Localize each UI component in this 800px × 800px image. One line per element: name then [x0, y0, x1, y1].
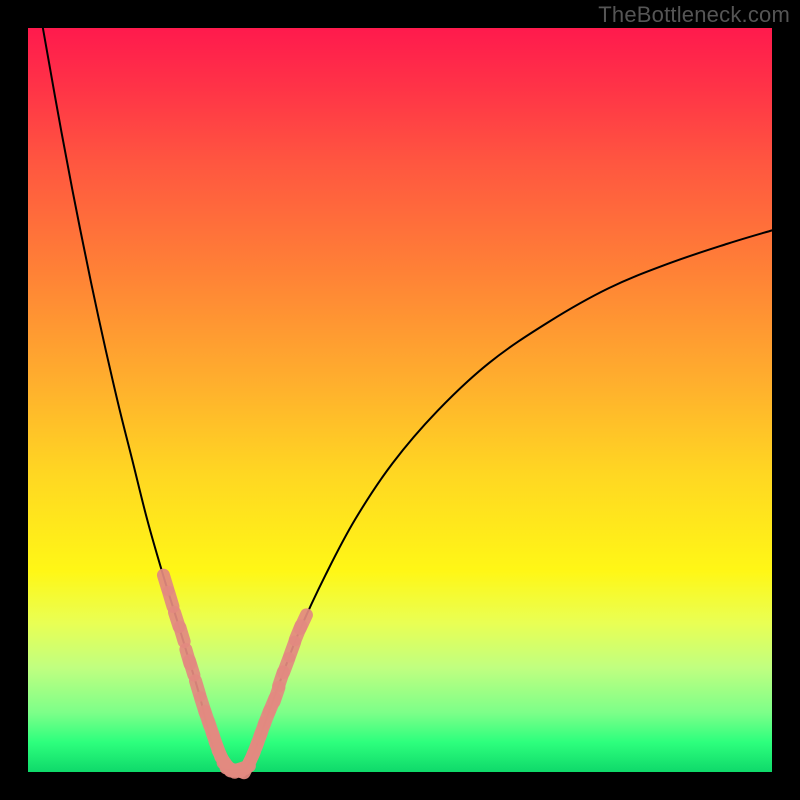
- data-point-marker: [180, 627, 184, 641]
- data-point-marker: [169, 592, 173, 606]
- plot-area: [28, 28, 772, 772]
- chart-svg: [28, 28, 772, 772]
- data-point-marker: [300, 615, 306, 629]
- watermark-text: TheBottleneck.com: [598, 2, 790, 28]
- chart-frame: TheBottleneck.com: [0, 0, 800, 800]
- data-point-marker: [189, 661, 193, 675]
- bottleneck-curve: [43, 28, 772, 770]
- curve-group: [43, 28, 772, 770]
- dots-group: [163, 575, 306, 773]
